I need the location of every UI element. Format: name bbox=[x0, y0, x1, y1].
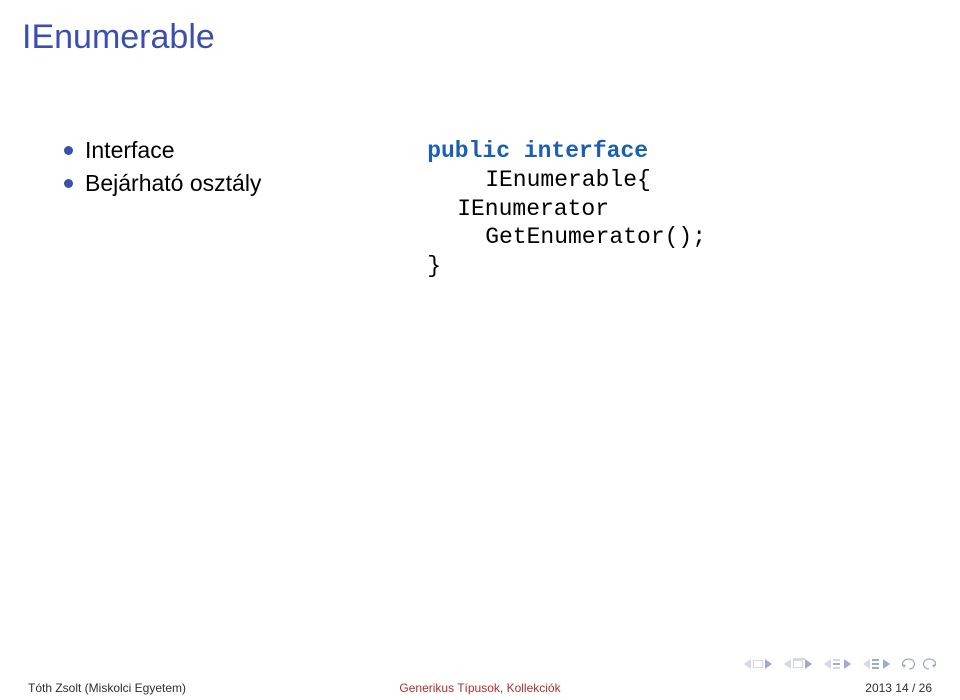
nav-prev-frame-icon bbox=[744, 659, 751, 669]
doc-icon bbox=[872, 659, 879, 669]
nav-prev-sub-icon bbox=[784, 659, 791, 669]
nav-forward-icon[interactable] bbox=[922, 658, 936, 670]
list-item: Bejárható osztály bbox=[64, 170, 427, 197]
nav-next-sec-icon bbox=[844, 659, 851, 669]
nav-subsection-group[interactable] bbox=[784, 659, 812, 669]
bullet-label: Bejárható osztály bbox=[85, 170, 261, 197]
list-item: Interface bbox=[64, 137, 427, 164]
nav-prev-sec-icon bbox=[824, 659, 831, 669]
code-line: IEnumerable{ bbox=[427, 166, 920, 195]
footer-title: Generikus Típusok, Kollekciók bbox=[0, 681, 960, 695]
frame-icon bbox=[753, 660, 763, 668]
code-line: public interface bbox=[427, 137, 920, 166]
nav-back-icon[interactable] bbox=[902, 658, 916, 670]
slide-title: IEnumerable bbox=[0, 0, 960, 57]
beamer-nav bbox=[744, 658, 936, 670]
keyword-public: public bbox=[427, 138, 510, 164]
bullet-list: Interface Bejárható osztály bbox=[40, 137, 427, 281]
bullet-icon bbox=[64, 179, 73, 188]
footer: Tóth Zsolt (Miskolci Egyetem) Generikus … bbox=[0, 676, 960, 700]
bullet-label: Interface bbox=[85, 137, 175, 164]
section-icon bbox=[833, 659, 840, 669]
nav-section-group[interactable] bbox=[824, 659, 851, 669]
nav-last-icon bbox=[883, 659, 890, 669]
bullet-icon bbox=[64, 146, 73, 155]
nav-next-frame-icon bbox=[765, 659, 772, 669]
subsection-icon bbox=[793, 660, 803, 668]
code-line: IEnumerator bbox=[427, 195, 920, 224]
slide-content: Interface Bejárható osztály public inter… bbox=[0, 57, 960, 281]
nav-first-icon bbox=[863, 659, 870, 669]
keyword-interface: interface bbox=[524, 138, 648, 164]
nav-next-sub-icon bbox=[805, 659, 812, 669]
code-line: } bbox=[427, 252, 920, 281]
code-block: public interface IEnumerable{ IEnumerato… bbox=[427, 137, 920, 281]
code-line: GetEnumerator(); bbox=[427, 223, 920, 252]
nav-frame-group[interactable] bbox=[744, 659, 772, 669]
nav-doc-group[interactable] bbox=[863, 659, 890, 669]
